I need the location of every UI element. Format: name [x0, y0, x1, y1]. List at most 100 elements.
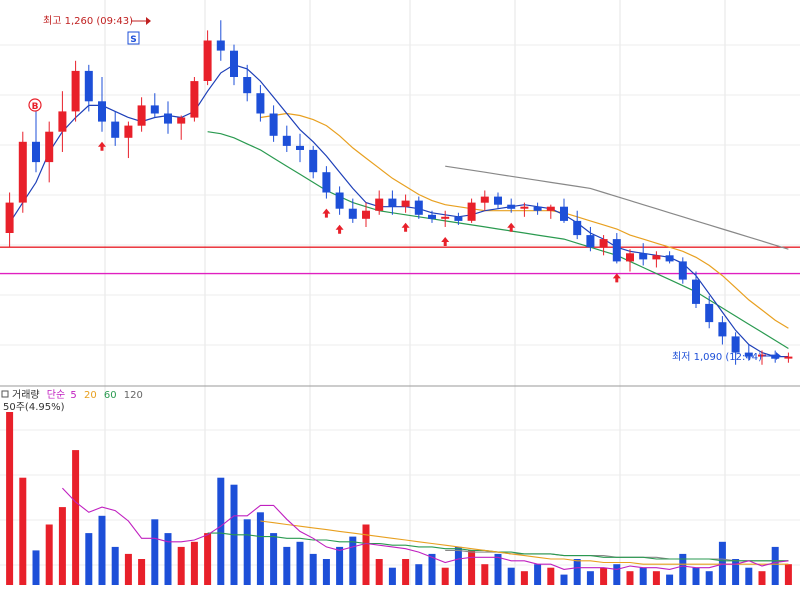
volume-bar-43 [573, 559, 581, 585]
candle-body-32 [428, 214, 436, 219]
candle-body-35 [467, 202, 476, 221]
candle-body-46 [612, 239, 621, 262]
candle-body-39 [520, 206, 529, 209]
candle-body-33 [441, 216, 450, 219]
volume-bar-11 [151, 519, 159, 585]
buy-badge-label: B [32, 102, 39, 112]
candle-body-37 [494, 196, 502, 205]
volume-bar-5 [72, 450, 80, 585]
volume-bar-48 [639, 567, 647, 585]
volume-bar-13 [177, 546, 185, 585]
volume-header-p120: 120 [124, 390, 143, 401]
volume-bar-20 [270, 533, 278, 585]
volume-header: 거래량 단순 5 20 60 120 50주(4.95%) [1, 389, 143, 413]
candle-body-10 [137, 105, 146, 126]
volume-bar-29 [388, 567, 396, 585]
candle-body-24 [322, 172, 331, 193]
volume-bar-37 [494, 553, 502, 585]
candle-body-55 [731, 336, 740, 353]
price-ma5-line [9, 64, 789, 358]
volume-bar-42 [560, 574, 568, 585]
candle-body-26 [348, 208, 357, 219]
candle-body-1 [18, 141, 27, 203]
candle-body-47 [626, 253, 634, 262]
volume-bar-8 [111, 546, 119, 585]
chart-canvas: 최고 1,260 (09:43) 최저 1,090 (12:44) B S 거래… [0, 0, 800, 586]
candle-body-15 [203, 40, 212, 81]
candle-body-34 [454, 216, 463, 221]
candle-body-6 [84, 70, 93, 102]
low-label: 최저 1,090 (12:44) [672, 351, 762, 363]
candle-body-3 [45, 131, 54, 163]
volume-bar-50 [666, 574, 674, 585]
volume-bar-57 [758, 571, 766, 585]
volume-bar-19 [256, 512, 264, 585]
volume-bar-28 [375, 559, 383, 585]
volume-bar-55 [732, 559, 740, 585]
candle-body-20 [269, 113, 278, 136]
candle-body-13 [177, 117, 186, 124]
buy-badge[interactable]: B [28, 98, 42, 112]
sell-badge[interactable]: S [127, 31, 140, 45]
volume-bar-46 [613, 564, 621, 585]
candle-body-49 [652, 255, 661, 260]
candle-body-9 [124, 125, 133, 138]
volume-bar-14 [190, 541, 198, 586]
price-ma60-line [207, 131, 789, 350]
volume-bar-44 [586, 571, 594, 585]
volume-bar-58 [771, 546, 779, 585]
volume-bar-1 [19, 477, 27, 585]
volume-bar-4 [58, 507, 66, 585]
sell-badge-label: S [130, 35, 136, 45]
volume-bar-22 [296, 541, 304, 586]
candle-body-52 [692, 279, 700, 304]
volume-bar-18 [243, 519, 251, 585]
grid [0, 0, 800, 585]
candle-body-59 [784, 356, 793, 359]
volume-bar-34 [454, 546, 462, 585]
volume-bar-56 [745, 567, 753, 585]
candle-body-40 [533, 206, 542, 211]
candle-body-0 [5, 202, 14, 233]
panel-toggle-icon[interactable] [1, 390, 9, 398]
volume-bar-7 [98, 515, 106, 585]
volume-bar-30 [402, 559, 410, 585]
candle-body-19 [256, 93, 265, 114]
volume-bar-10 [138, 559, 146, 585]
volume-bar-23 [309, 553, 317, 585]
candle-body-8 [111, 121, 120, 138]
candles [5, 20, 793, 365]
candle-body-50 [665, 255, 674, 262]
volume-bar-52 [692, 567, 700, 585]
high-arrow-icon [146, 17, 151, 25]
volume-bar-45 [600, 567, 608, 585]
candle-body-12 [164, 113, 172, 124]
candle-body-30 [401, 200, 410, 207]
signals [98, 141, 621, 283]
volume-bar-33 [441, 567, 449, 585]
low-arrow-icon [776, 352, 781, 360]
high-marker: 최고 1,260 (09:43) [43, 15, 151, 27]
candle-body-36 [480, 196, 489, 203]
candle-body-38 [507, 204, 516, 209]
volume-bar-59 [784, 564, 792, 585]
candle-body-51 [678, 261, 687, 280]
volume-bar-26 [349, 536, 357, 585]
candle-body-11 [150, 105, 159, 114]
candle-body-48 [639, 253, 648, 260]
svg-text:거래량 단순 5: 거래량 단순 5 20 60 120 [12, 389, 143, 401]
volume-bar-21 [283, 546, 291, 585]
volume-bar-47 [626, 571, 634, 585]
stock-chart: 최고 1,260 (09:43) 최저 1,090 (12:44) B S 거래… [0, 0, 800, 586]
candle-body-21 [282, 135, 291, 146]
volume-header-p60: 60 [104, 390, 117, 401]
moving-averages [9, 64, 789, 358]
buy-signal-arrow-icon [335, 224, 344, 234]
volume-bar-15 [204, 533, 212, 585]
volume-header-p5: 5 [70, 390, 76, 401]
candle-body-45 [599, 239, 608, 248]
candle-body-4 [58, 111, 67, 132]
candle-body-41 [546, 206, 555, 211]
volume-bar-25 [336, 546, 344, 585]
candle-body-22 [296, 145, 304, 150]
